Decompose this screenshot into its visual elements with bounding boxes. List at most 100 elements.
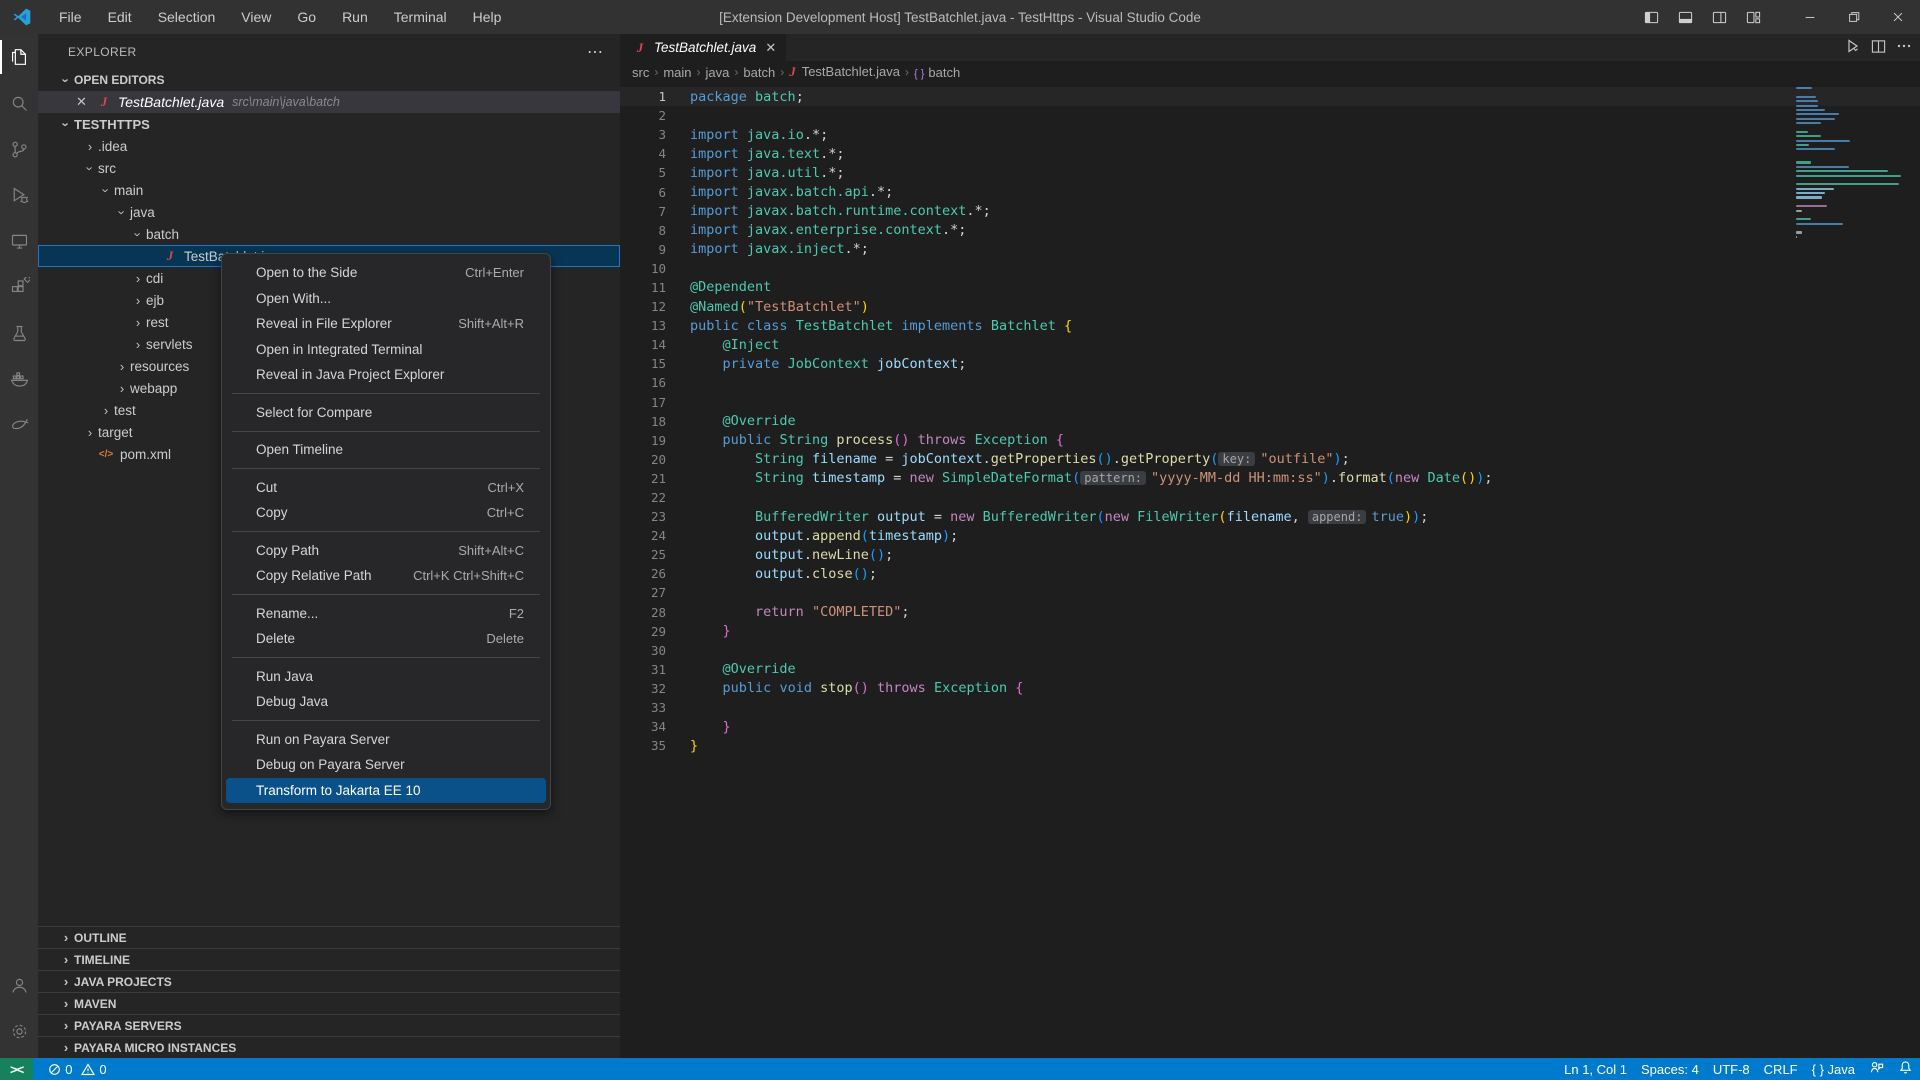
code-editor[interactable]: 1package batch;23import java.io.*;4impor… <box>620 83 1920 1058</box>
menu-file[interactable]: File <box>46 4 95 30</box>
tree-item-java[interactable]: ›java <box>38 201 620 223</box>
breadcrumb-item-java[interactable]: java <box>706 65 730 80</box>
remote-indicator[interactable]: >< <box>0 1058 33 1080</box>
run-debug-icon[interactable] <box>0 172 38 218</box>
breadcrumb-item-src[interactable]: src <box>632 65 649 80</box>
tree-item-label: rest <box>146 315 169 330</box>
code-line: 33 <box>620 698 1920 717</box>
breadcrumb-item-batch[interactable]: batch <box>743 65 775 80</box>
menu-item-copy-relative-path[interactable]: Copy Relative PathCtrl+K Ctrl+Shift+C <box>226 563 546 589</box>
tree-item-batch[interactable]: ›batch <box>38 223 620 245</box>
line-number: 29 <box>620 624 666 639</box>
chevron-right-icon: › <box>58 930 74 945</box>
tree-item-main[interactable]: ›main <box>38 179 620 201</box>
menu-run[interactable]: Run <box>329 4 381 30</box>
activity-bar-top <box>0 34 38 448</box>
containers-icon[interactable] <box>0 356 38 402</box>
testing-icon[interactable] <box>0 310 38 356</box>
code-line: 17 <box>620 393 1920 412</box>
menu-item-transform-to-jakarta-ee-10[interactable]: Transform to Jakarta EE 10 <box>226 778 546 804</box>
menu-item-label: Select for Compare <box>256 405 372 420</box>
restore-button[interactable] <box>1832 0 1876 34</box>
menu-item-select-for-compare[interactable]: Select for Compare <box>226 400 546 426</box>
encoding-status[interactable]: UTF-8 <box>1706 1058 1757 1080</box>
line-number: 21 <box>620 471 666 486</box>
code-line: 26 output.close(); <box>620 564 1920 583</box>
explorer-icon[interactable] <box>0 34 38 80</box>
views-more-actions-icon[interactable]: ⋯ <box>587 42 604 62</box>
tab-close-icon[interactable]: ✕ <box>765 40 776 56</box>
close-button[interactable] <box>1876 0 1920 34</box>
menu-edit[interactable]: Edit <box>95 4 145 30</box>
menu-item-open-in-integrated-terminal[interactable]: Open in Integrated Terminal <box>226 337 546 363</box>
problems-status[interactable]: 0 0 <box>41 1058 113 1080</box>
java-status[interactable] <box>1862 1058 1891 1080</box>
menu-item-open-with-[interactable]: Open With... <box>226 286 546 312</box>
payara-icon[interactable] <box>0 402 38 448</box>
layout-customize-button[interactable] <box>1736 0 1770 34</box>
breadcrumb-separator-icon: › <box>654 65 658 79</box>
breadcrumb-item-testbatchlet-java[interactable]: JTestBatchlet.java <box>789 64 900 80</box>
section-payara-micro-instances[interactable]: ›PAYARA MICRO INSTANCES <box>38 1036 620 1058</box>
language-mode-status[interactable]: { } Java <box>1805 1058 1862 1080</box>
menu-item-copy[interactable]: CopyCtrl+C <box>226 500 546 526</box>
menu-separator <box>232 594 540 595</box>
error-count: 0 <box>65 1062 72 1077</box>
indentation-status[interactable]: Spaces: 4 <box>1634 1058 1706 1080</box>
menu-item-debug-on-payara-server[interactable]: Debug on Payara Server <box>226 752 546 778</box>
eol-status[interactable]: CRLF <box>1757 1058 1805 1080</box>
minimize-button[interactable] <box>1788 0 1832 34</box>
menu-terminal[interactable]: Terminal <box>381 4 460 30</box>
menu-item-open-timeline[interactable]: Open Timeline <box>226 437 546 463</box>
tree-item-src[interactable]: ›src <box>38 157 620 179</box>
menu-view[interactable]: View <box>228 4 284 30</box>
menu-item-reveal-in-java-project-explorer[interactable]: Reveal in Java Project Explorer <box>226 362 546 388</box>
menu-item-run-on-payara-server[interactable]: Run on Payara Server <box>226 727 546 753</box>
menu-item-rename-[interactable]: Rename...F2 <box>226 601 546 627</box>
menu-item-reveal-in-file-explorer[interactable]: Reveal in File ExplorerShift+Alt+R <box>226 311 546 337</box>
cursor-position-status[interactable]: Ln 1, Col 1 <box>1557 1058 1634 1080</box>
menu-selection[interactable]: Selection <box>145 4 229 30</box>
menu-item-cut[interactable]: CutCtrl+X <box>226 475 546 501</box>
layout-panel-button[interactable] <box>1668 0 1702 34</box>
extensions-icon[interactable] <box>0 264 38 310</box>
settings-gear-icon[interactable] <box>0 1008 38 1054</box>
menu-item-open-to-the-side[interactable]: Open to the SideCtrl+Enter <box>226 260 546 286</box>
menu-item-label: Debug on Payara Server <box>256 757 405 772</box>
menu-help[interactable]: Help <box>460 4 515 30</box>
section-label: OUTLINE <box>74 931 127 945</box>
chevron-right-icon: › <box>58 1040 74 1055</box>
tree-root-testhttps[interactable]: › TESTHTTPS <box>38 113 620 135</box>
open-editors-header[interactable]: › OPEN EDITORS <box>38 69 620 91</box>
breadcrumb-item-main[interactable]: main <box>663 65 691 80</box>
code-line: 34 } <box>620 717 1920 736</box>
tree-item--idea[interactable]: ›.idea <box>38 135 620 157</box>
notifications-bell[interactable] <box>1891 1058 1920 1080</box>
section-maven[interactable]: ›MAVEN <box>38 992 620 1014</box>
code-line: 30 <box>620 641 1920 660</box>
menu-item-copy-path[interactable]: Copy PathShift+Alt+C <box>226 538 546 564</box>
search-icon[interactable] <box>0 80 38 126</box>
remote-explorer-icon[interactable] <box>0 218 38 264</box>
menu-go[interactable]: Go <box>284 4 329 30</box>
more-actions-button[interactable] <box>1896 38 1912 57</box>
menu-item-run-java[interactable]: Run Java <box>226 664 546 690</box>
menu-item-delete[interactable]: DeleteDelete <box>226 626 546 652</box>
tab-testbatchlet[interactable]: J TestBatchlet.java ✕ <box>620 34 786 61</box>
menu-item-shortcut: Ctrl+K Ctrl+Shift+C <box>413 568 524 583</box>
minimap[interactable] <box>1796 87 1906 240</box>
layout-split-button[interactable] <box>1702 0 1736 34</box>
source-control-icon[interactable] <box>0 126 38 172</box>
section-java-projects[interactable]: ›JAVA PROJECTS <box>38 970 620 992</box>
open-editor-item[interactable]: ✕ J TestBatchlet.java src\main\java\batc… <box>38 91 620 113</box>
split-editor-button[interactable] <box>1871 39 1886 57</box>
account-icon[interactable] <box>0 962 38 1008</box>
section-outline[interactable]: ›OUTLINE <box>38 926 620 948</box>
layout-sidebar-left-button[interactable] <box>1634 0 1668 34</box>
section-timeline[interactable]: ›TIMELINE <box>38 948 620 970</box>
close-icon[interactable]: ✕ <box>76 94 96 110</box>
breadcrumb-item-batch[interactable]: { }batch <box>914 65 960 80</box>
run-java-button[interactable] <box>1845 38 1861 57</box>
section-payara-servers[interactable]: ›PAYARA SERVERS <box>38 1014 620 1036</box>
menu-item-debug-java[interactable]: Debug Java <box>226 689 546 715</box>
